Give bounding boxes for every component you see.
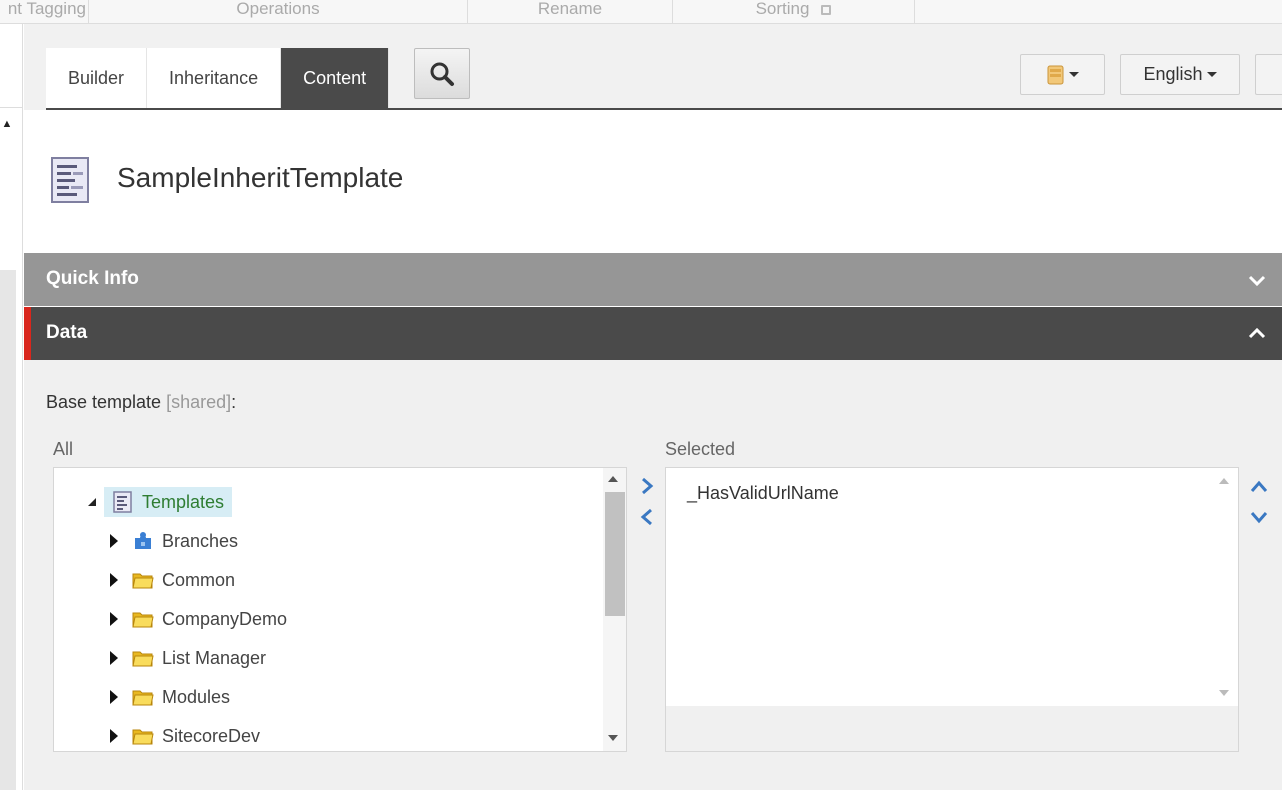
expand-triangle-icon[interactable] <box>110 573 118 587</box>
expand-triangle-icon[interactable] <box>110 651 118 665</box>
tree-node-sitecoredev[interactable]: SitecoreDev <box>110 721 260 751</box>
expand-dialog-icon[interactable] <box>821 5 832 15</box>
selected-list-items[interactable]: _HasValidUrlName <box>666 468 1213 706</box>
section-title: Quick Info <box>46 268 139 289</box>
field-label-suffix: : <box>231 392 237 412</box>
scroll-up-arrow-icon[interactable] <box>1219 478 1229 484</box>
item-title-area: SampleInheritTemplate <box>24 110 1282 253</box>
editor-tabs: Builder Inheritance Content <box>46 48 390 110</box>
remove-from-selected-button[interactable] <box>638 508 656 526</box>
tree-node-modules[interactable]: Modules <box>110 682 230 712</box>
scroll-down-arrow-icon[interactable] <box>1219 690 1229 696</box>
add-to-selected-button[interactable] <box>638 477 656 495</box>
folder-icon <box>132 651 154 667</box>
folder-icon <box>132 690 154 706</box>
ribbon: nt Tagging Operations Rename Sorting <box>0 0 1282 24</box>
folder-icon <box>132 573 154 589</box>
list-item[interactable]: _HasValidUrlName <box>687 483 839 504</box>
chevron-up-icon <box>1248 327 1266 339</box>
content-tree-panel: ▲ <box>0 24 23 790</box>
section-quick-info[interactable]: Quick Info <box>24 253 1282 306</box>
field-label-text: Base template <box>46 392 162 412</box>
tree-node-common[interactable]: Common <box>110 565 235 595</box>
folder-icon <box>132 729 154 745</box>
ribbon-group-label: Sorting <box>755 0 810 18</box>
tab-inheritance[interactable]: Inheritance <box>147 48 282 110</box>
ribbon-group-tagging[interactable]: nt Tagging <box>0 0 89 24</box>
editor-header: Builder Inheritance Content English <box>24 24 1282 111</box>
ribbon-group-rename[interactable]: Rename <box>468 0 673 24</box>
chevron-down-icon <box>1206 72 1217 77</box>
database-selector-button[interactable] <box>1020 54 1105 95</box>
tree-node-label: List Manager <box>162 647 267 668</box>
move-down-button[interactable] <box>1250 508 1268 526</box>
template-tree[interactable]: Templates Branches Common CompanyDemo Li… <box>53 467 627 752</box>
scroll-up-arrow-icon[interactable] <box>608 476 618 482</box>
move-up-button[interactable] <box>1250 478 1268 496</box>
tab-builder[interactable]: Builder <box>46 48 148 110</box>
content-tree-header <box>0 24 22 108</box>
tree-node-list-manager[interactable]: List Manager <box>110 643 266 673</box>
tree-node-label: SitecoreDev <box>162 725 261 746</box>
search-icon <box>430 62 454 86</box>
tree-node-selected[interactable]: Templates <box>104 487 233 517</box>
ribbon-group-operations[interactable]: Operations <box>89 0 468 24</box>
tab-content[interactable]: Content <box>281 48 390 110</box>
tree-scrollbar-thumb[interactable] <box>605 492 625 616</box>
expand-triangle-icon[interactable] <box>110 690 118 704</box>
expand-triangle-icon[interactable] <box>110 729 118 743</box>
template-icon <box>51 157 89 203</box>
section-title: Data <box>46 322 88 343</box>
expand-triangle-icon[interactable] <box>110 534 118 548</box>
ribbon-group-label: Rename <box>537 0 603 18</box>
tree-node-label: CompanyDemo <box>162 608 288 629</box>
database-icon <box>1047 65 1063 84</box>
field-label: Base template [shared]: <box>46 392 236 413</box>
selected-list[interactable]: _HasValidUrlName <box>665 467 1239 752</box>
scroll-down-arrow-icon[interactable] <box>608 735 618 741</box>
ribbon-group-label: nt Tagging <box>7 0 86 18</box>
scrollbar-track[interactable] <box>0 270 16 790</box>
chevron-down-icon <box>1068 72 1079 77</box>
tree-node-companydemo[interactable]: CompanyDemo <box>110 604 287 634</box>
selected-list-label: Selected <box>665 439 736 459</box>
tree-node-label: Modules <box>162 686 231 707</box>
section-data[interactable]: Data <box>24 307 1282 360</box>
tree-node-label: Templates <box>142 491 225 512</box>
language-selector-button[interactable]: English <box>1120 54 1240 95</box>
ribbon-group-sorting[interactable]: Sorting <box>673 0 915 24</box>
scroll-up-arrow-icon[interactable]: ▲ <box>0 118 14 132</box>
folder-icon <box>132 612 154 628</box>
tree-node-label: Common <box>162 569 236 590</box>
search-button[interactable] <box>414 48 470 99</box>
expand-triangle-icon[interactable] <box>110 612 118 626</box>
language-label: English <box>1143 64 1203 84</box>
data-section-body: Base template [shared]: All Selected Tem… <box>24 360 1282 790</box>
all-list-label: All <box>53 439 74 459</box>
page-title: SampleInheritTemplate <box>117 162 404 193</box>
version-selector-button[interactable] <box>1255 54 1282 95</box>
ribbon-group-label: Operations <box>236 0 320 18</box>
branch-puzzle-icon <box>135 532 151 549</box>
selected-scrollbar[interactable] <box>1213 468 1238 706</box>
collapse-triangle-icon[interactable] <box>88 498 96 506</box>
tree-node-label: Branches <box>162 530 239 551</box>
tree-node-branches[interactable]: Branches <box>110 526 238 556</box>
tree-node-templates[interactable]: Templates <box>88 487 233 517</box>
chevron-down-icon <box>1248 275 1266 287</box>
shared-badge: [shared] <box>166 392 232 412</box>
template-icon <box>113 491 132 513</box>
